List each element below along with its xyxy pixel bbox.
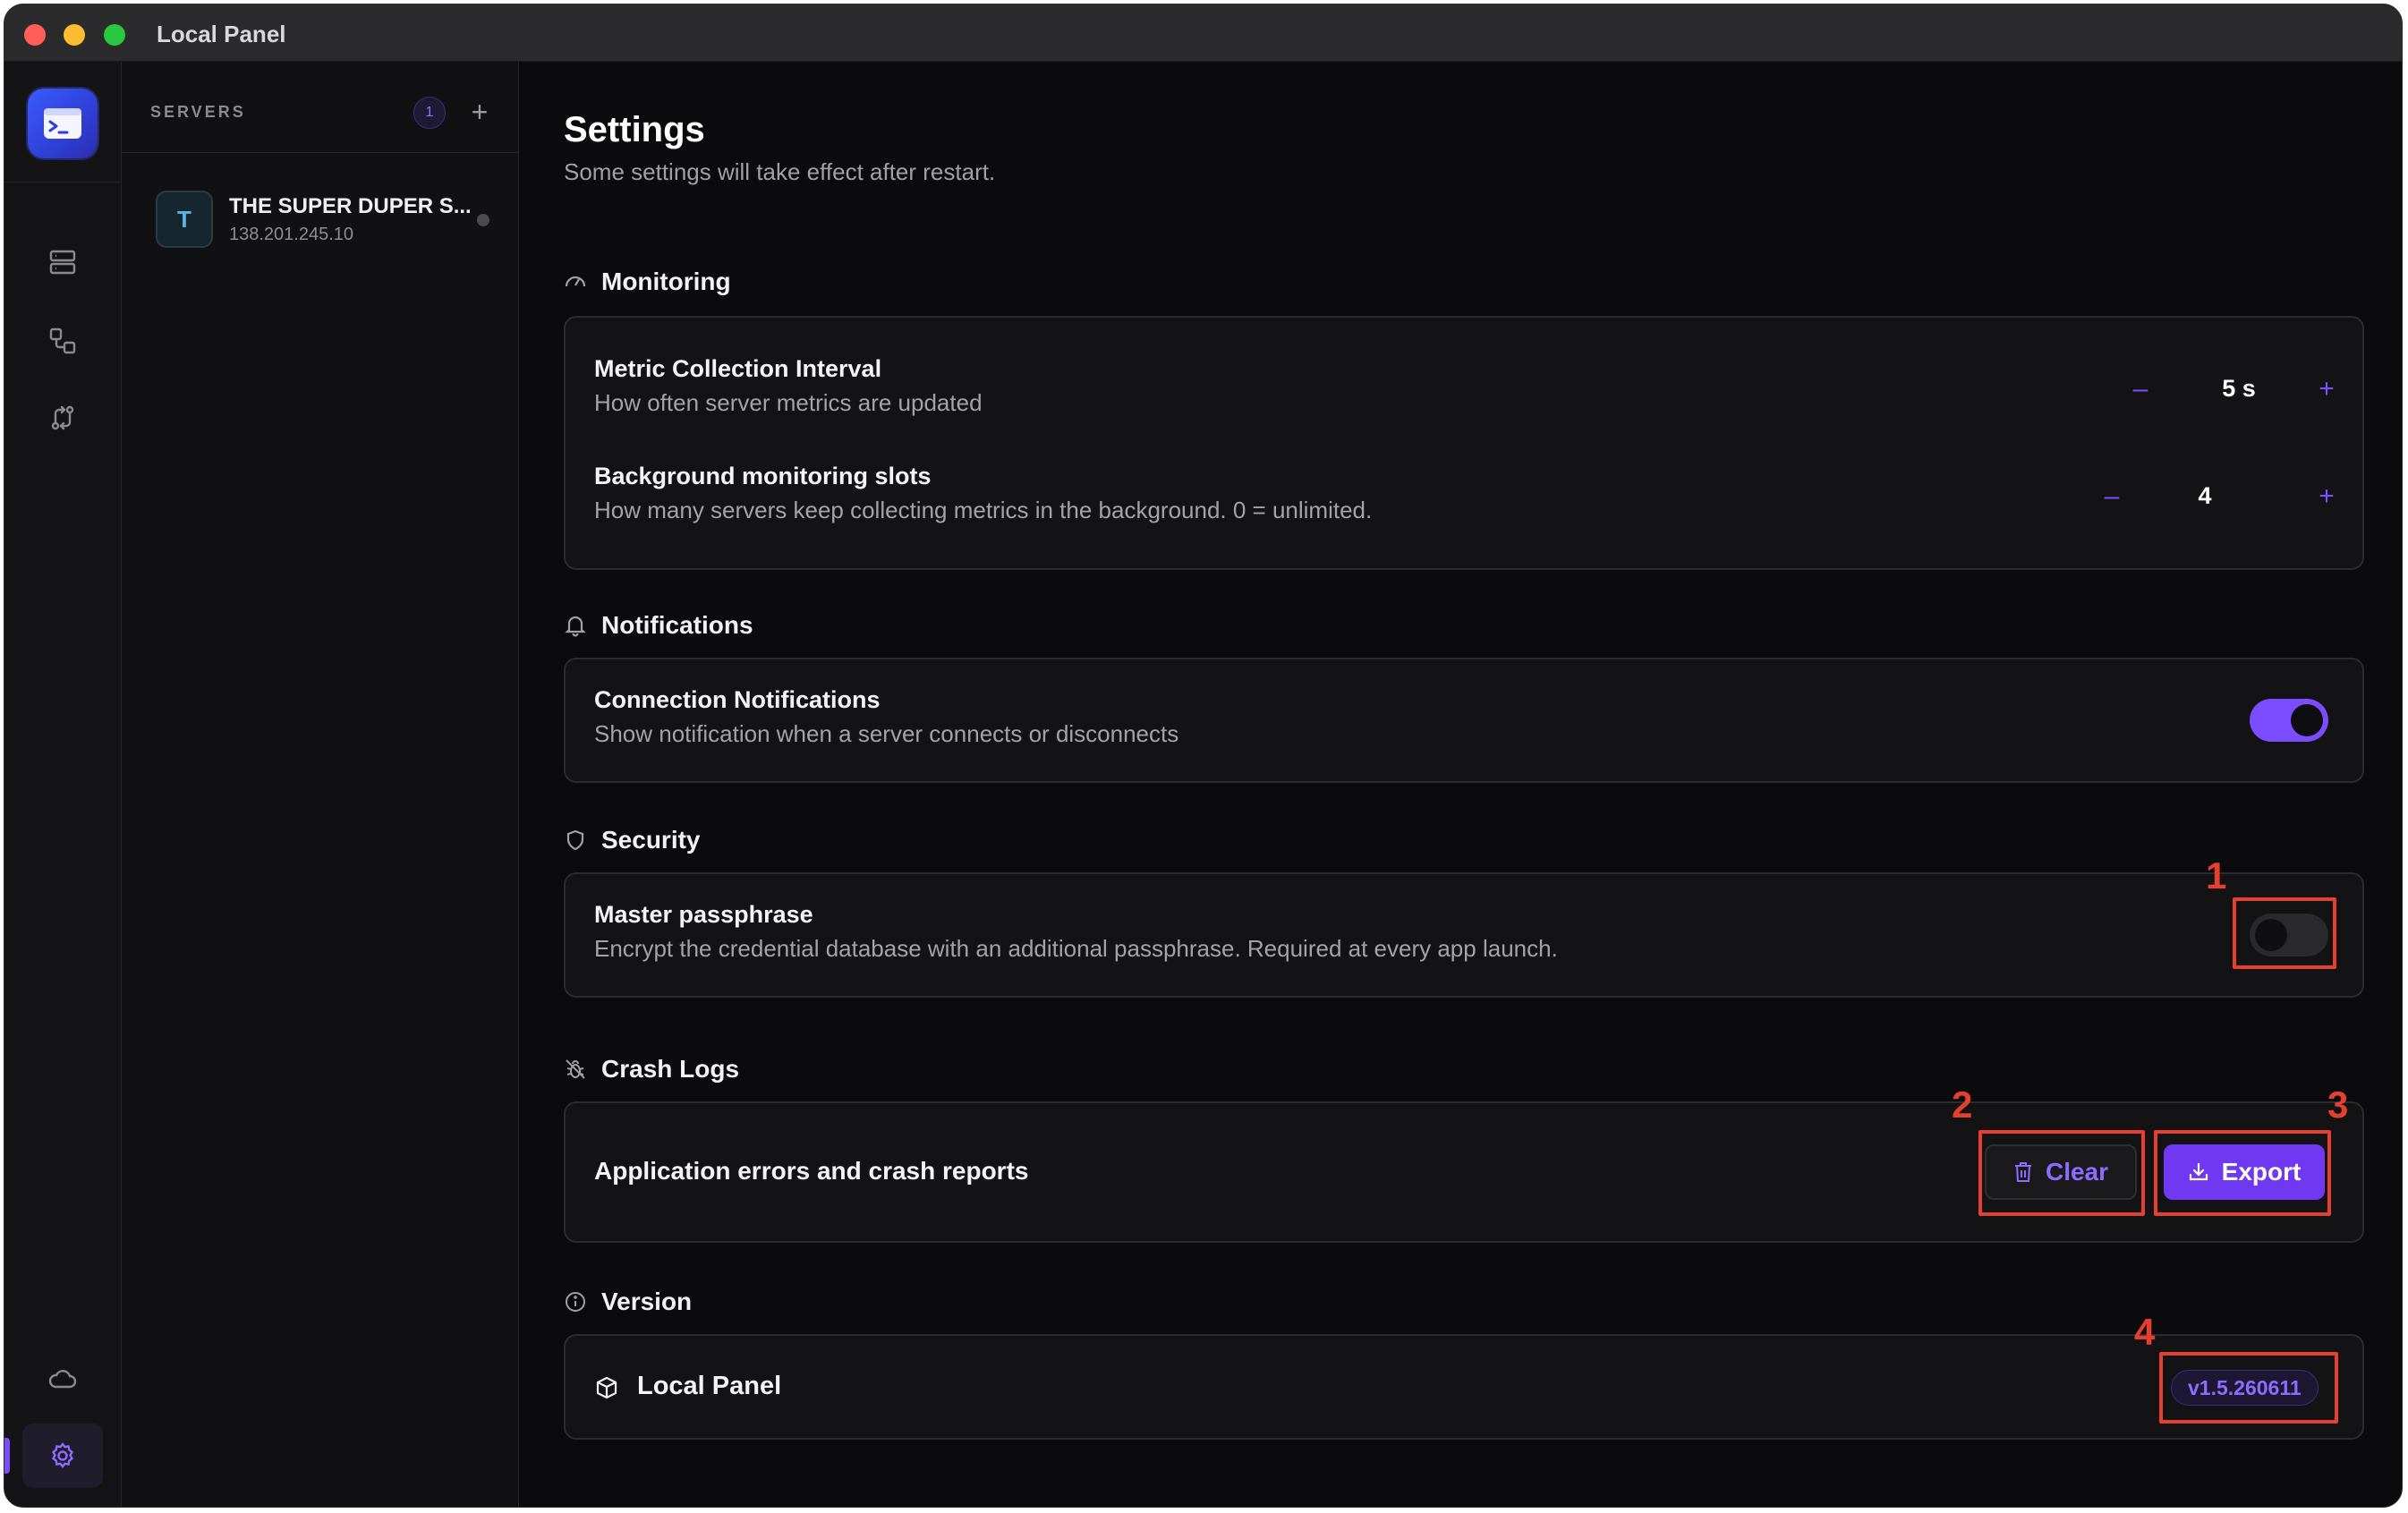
server-ip: 138.201.245.10 [229, 225, 354, 244]
annotation-box-2 [1978, 1130, 2145, 1216]
gauge-icon [565, 276, 586, 287]
notifications-card: Connection Notifications Show notificati… [564, 658, 2364, 783]
window-title: Local Panel [157, 21, 286, 47]
transfer-nav-icon[interactable] [22, 386, 103, 450]
servers-header: SERVERS 1 + [122, 62, 518, 153]
interval-value: 5 s [2222, 375, 2256, 402]
servers-title: SERVERS [150, 103, 246, 121]
slots-value: 4 [2198, 482, 2212, 509]
monitoring-label: Monitoring [601, 268, 731, 295]
crash-logs-label: Crash Logs [601, 1055, 740, 1083]
interval-increment-button[interactable]: + [2307, 370, 2346, 409]
server-list-item[interactable]: T THE SUPER DUPER S... 138.201.245.10 [140, 176, 501, 266]
master-passphrase-description: Encrypt the credential database with an … [594, 935, 1558, 962]
rail-divider [4, 182, 121, 183]
crash-logs-row-title: Application errors and crash reports [594, 1157, 1029, 1185]
version-label: Version [601, 1288, 693, 1315]
cloud-nav-icon[interactable] [22, 1347, 103, 1411]
servers-count-badge: 1 [413, 97, 446, 129]
page-title: Settings [564, 110, 705, 149]
server-name: THE SUPER DUPER S... [229, 194, 472, 218]
icon-rail [4, 62, 122, 1507]
connection-notifications-toggle[interactable] [2250, 699, 2328, 742]
version-section-header: Version [564, 1288, 692, 1316]
bell-icon [565, 616, 586, 637]
active-indicator [4, 1438, 10, 1474]
close-window-button[interactable] [24, 24, 46, 46]
servers-panel: SERVERS 1 + T THE SUPER DUPER S... 138.2… [122, 62, 519, 1507]
version-card: Local Panel v1.5.260611 [564, 1334, 2364, 1440]
notifications-label: Notifications [601, 611, 753, 639]
title-bar: Local Panel [4, 4, 2402, 62]
security-card: Master passphrase Encrypt the credential… [564, 872, 2364, 998]
interval-description: How often server metrics are updated [594, 389, 983, 416]
connections-nav-icon[interactable] [22, 309, 103, 373]
slots-title: Background monitoring slots [594, 463, 932, 489]
package-icon [596, 1376, 617, 1399]
settings-nav-gear-icon[interactable] [22, 1424, 103, 1488]
slots-increment-button[interactable]: + [2307, 477, 2346, 516]
connection-notifications-description: Show notification when a server connects… [594, 720, 1179, 747]
crash-logs-section-header: Crash Logs [564, 1055, 739, 1084]
master-passphrase-title: Master passphrase [594, 901, 813, 928]
annotation-box-3 [2154, 1130, 2331, 1216]
notifications-section-header: Notifications [564, 611, 753, 640]
monitoring-section-header: Monitoring [564, 268, 731, 296]
minimize-window-button[interactable] [64, 24, 85, 46]
annotation-box-1 [2233, 897, 2336, 969]
maximize-window-button[interactable] [104, 24, 125, 46]
interval-title: Metric Collection Interval [594, 355, 882, 382]
server-avatar: T [156, 191, 213, 248]
security-section-header: Security [564, 826, 701, 854]
annotation-number-3: 3 [2327, 1084, 2349, 1126]
interval-decrement-button[interactable]: – [2121, 370, 2160, 409]
slots-decrement-button[interactable]: – [2092, 477, 2131, 516]
annotation-box-4 [2159, 1352, 2338, 1424]
monitoring-card: Metric Collection Interval How often ser… [564, 316, 2364, 570]
bug-off-icon [566, 1059, 585, 1079]
security-label: Security [601, 826, 701, 854]
slots-description: How many servers keep collecting metrics… [594, 497, 1373, 523]
page-subtitle: Some settings will take effect after res… [564, 158, 996, 185]
info-icon [566, 1292, 585, 1312]
annotation-number-1: 1 [2206, 854, 2227, 897]
app-logo-icon[interactable] [28, 89, 98, 158]
add-server-button[interactable]: + [462, 94, 498, 130]
settings-main: Settings Some settings will take effect … [519, 62, 2402, 1507]
annotation-number-4: 4 [2134, 1311, 2156, 1353]
version-app-name: Local Panel [637, 1372, 782, 1400]
servers-nav-icon[interactable] [22, 230, 103, 294]
shield-icon [566, 829, 584, 851]
connection-notifications-title: Connection Notifications [594, 686, 881, 713]
server-status-dot [477, 214, 489, 226]
app-window: Local Panel SERVERS 1 + T THE SUPER DUPE… [4, 4, 2403, 1508]
annotation-number-2: 2 [1952, 1084, 1973, 1126]
